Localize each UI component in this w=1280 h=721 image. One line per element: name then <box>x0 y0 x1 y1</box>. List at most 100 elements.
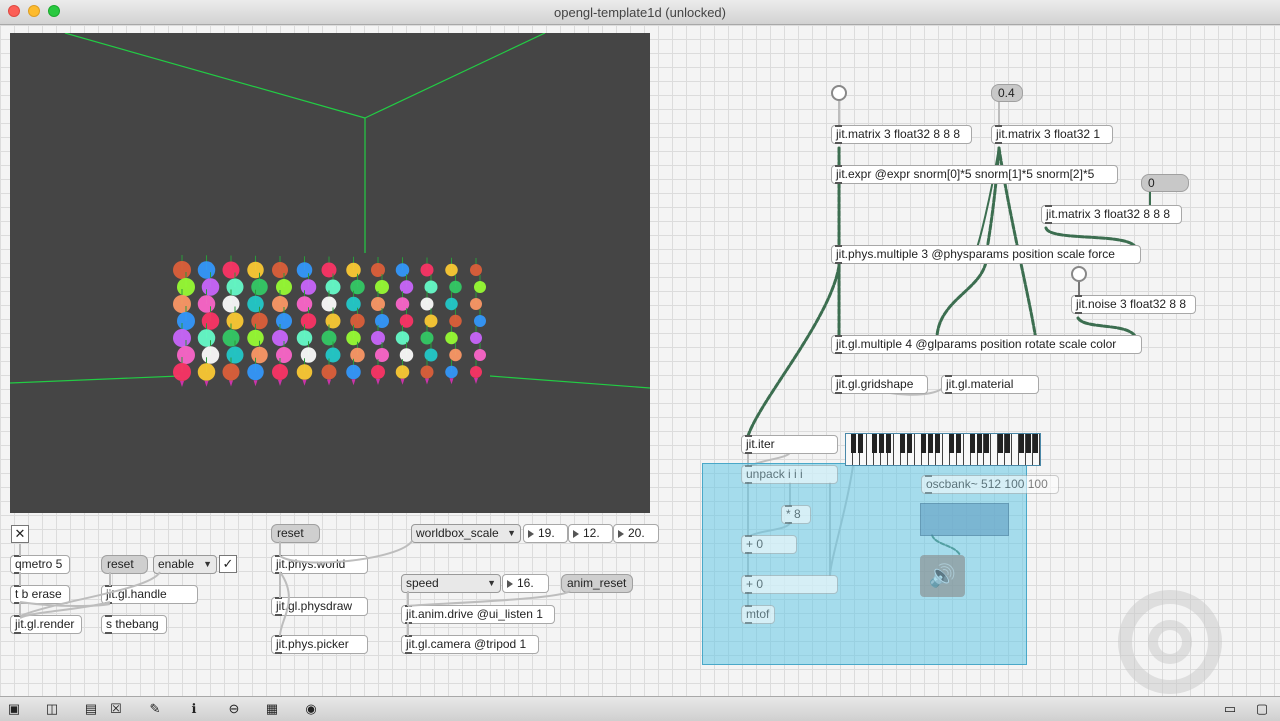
black-key[interactable] <box>983 434 989 453</box>
sphere-tip <box>449 378 454 385</box>
info-icon[interactable]: ℹ <box>186 701 202 717</box>
jit-iter-object[interactable]: jit.iter <box>741 435 838 454</box>
s-thebang-object[interactable]: s thebang <box>101 615 167 634</box>
black-key[interactable] <box>899 434 905 453</box>
patcher-toolbar: ▣ ◫ ▤ ☒ ✎ ℹ ⊖ ▦ ◉ ▭ ▢ <box>0 696 1280 721</box>
black-key[interactable] <box>1018 434 1024 453</box>
kslider-keyboard[interactable] <box>845 433 1041 466</box>
jit-gl-render-object[interactable]: jit.gl.render <box>10 615 82 634</box>
snapshot-icon[interactable]: ◉ <box>303 701 319 717</box>
black-key[interactable] <box>857 434 863 453</box>
clear-icon[interactable]: ☒ <box>108 701 124 717</box>
black-key[interactable] <box>934 434 940 453</box>
jit-gl-material-object[interactable]: jit.gl.material <box>941 375 1039 394</box>
plus-0-a-object[interactable]: + 0 <box>741 535 797 554</box>
float-0-4-number[interactable]: 0.4 <box>991 84 1023 102</box>
reset-render-message[interactable]: reset <box>101 555 148 574</box>
enable-menu-label: enable <box>158 557 195 571</box>
jit-gl-handle-object[interactable]: jit.gl.handle <box>101 585 198 604</box>
sphere <box>247 329 264 347</box>
sphere <box>247 363 264 381</box>
connect-icon[interactable]: ⊖ <box>226 701 242 717</box>
sphere <box>197 261 216 279</box>
noise-bang[interactable] <box>1071 266 1087 282</box>
menu-arrow-icon: ▼ <box>203 559 212 569</box>
black-key[interactable] <box>969 434 975 453</box>
speed-number[interactable]: 16. <box>502 574 549 593</box>
sphere <box>251 346 268 364</box>
black-key[interactable] <box>997 434 1003 453</box>
render-toggle[interactable]: ✕ <box>11 525 29 543</box>
sphere <box>226 278 244 296</box>
jit-gl-physdraw-object[interactable]: jit.gl.physdraw <box>271 597 368 616</box>
black-key[interactable] <box>955 434 961 453</box>
sphere-tip <box>278 380 282 386</box>
speed-menu[interactable]: speed ▼ <box>401 574 501 593</box>
black-key[interactable] <box>920 434 926 453</box>
sphere <box>272 364 288 380</box>
black-key[interactable] <box>927 434 933 453</box>
window-icon[interactable]: ▢ <box>1254 701 1270 717</box>
qmetro-object[interactable]: qmetro 5 <box>10 555 70 574</box>
black-key[interactable] <box>948 434 954 453</box>
jit-noise-object[interactable]: jit.noise 3 float32 8 8 <box>1071 295 1196 314</box>
jit-matrix-888-object[interactable]: jit.matrix 3 float32 8 8 8 <box>831 125 972 144</box>
t-b-erase-object[interactable]: t b erase <box>10 585 70 604</box>
presentation-icon[interactable]: ▤ <box>83 701 99 717</box>
black-key[interactable] <box>850 434 856 453</box>
jit-phys-multiple-object[interactable]: jit.phys.multiple 3 @physparams position… <box>831 245 1141 264</box>
sphere <box>346 296 361 312</box>
black-key[interactable] <box>976 434 982 453</box>
worldbox-scale-menu[interactable]: worldbox_scale ▼ <box>411 524 521 543</box>
edit-icon[interactable]: ✎ <box>147 701 163 717</box>
lock-icon[interactable]: ▣ <box>6 701 22 717</box>
mtof-object[interactable]: mtof <box>741 605 775 624</box>
speaker-icon[interactable]: 🔊 <box>920 555 965 597</box>
grid-icon[interactable]: ▦ <box>264 701 280 717</box>
black-key[interactable] <box>878 434 884 453</box>
black-key[interactable] <box>871 434 877 453</box>
sphere <box>424 314 438 328</box>
sphere <box>375 280 389 294</box>
enable-menu[interactable]: enable ▼ <box>153 555 217 574</box>
jit-expr-object[interactable]: jit.expr @expr snorm[0]*5 snorm[1]*5 sno… <box>831 165 1118 184</box>
copy-icon[interactable]: ◫ <box>44 701 60 717</box>
sphere <box>474 281 486 293</box>
jit-gl-camera-object[interactable]: jit.gl.camera @tripod 1 <box>401 635 539 654</box>
worldbox-x-number[interactable]: 19. <box>523 524 568 543</box>
worldbox-z-number[interactable]: 20. <box>613 524 659 543</box>
worldbox-y-number[interactable]: 12. <box>568 524 613 543</box>
black-key[interactable] <box>1004 434 1010 453</box>
jit-phys-world-object[interactable]: jit.phys.world <box>271 555 368 574</box>
unpack-object[interactable]: unpack i i i <box>741 465 838 484</box>
sphere <box>321 330 337 346</box>
jit-phys-picker-object[interactable]: jit.phys.picker <box>271 635 368 654</box>
sphere <box>300 313 317 329</box>
enable-toggle[interactable]: ✓ <box>219 555 237 573</box>
jit-matrix-1-object[interactable]: jit.matrix 3 float32 1 <box>991 125 1113 144</box>
sphere <box>272 262 288 278</box>
sphere <box>247 261 264 279</box>
reset-physics-message[interactable]: reset <box>271 524 320 543</box>
oscbank-object[interactable]: oscbank~ 512 100 100 <box>921 475 1059 494</box>
black-key[interactable] <box>906 434 912 453</box>
sphere <box>449 314 462 328</box>
jit-gl-multiple-object[interactable]: jit.gl.multiple 4 @glparams position rot… <box>831 335 1142 354</box>
jitter-render-window[interactable] <box>10 33 650 513</box>
gain-slider[interactable] <box>920 503 1009 536</box>
anim-reset-message[interactable]: anim_reset <box>561 574 633 593</box>
float-0-number[interactable]: 0 <box>1141 174 1189 192</box>
black-key[interactable] <box>885 434 891 453</box>
times-8-object[interactable]: * 8 <box>781 505 811 524</box>
matrix-bang[interactable] <box>831 85 847 101</box>
sphere <box>424 348 438 362</box>
black-key[interactable] <box>1032 434 1038 453</box>
jit-gl-gridshape-object[interactable]: jit.gl.gridshape <box>831 375 928 394</box>
jit-anim-drive-object[interactable]: jit.anim.drive @ui_listen 1 <box>401 605 555 624</box>
sphere <box>371 297 385 311</box>
split-icon[interactable]: ▭ <box>1222 701 1238 717</box>
sphere <box>470 332 482 344</box>
plus-0-b-object[interactable]: + 0 <box>741 575 838 594</box>
black-key[interactable] <box>1025 434 1031 453</box>
jit-matrix-888-b-object[interactable]: jit.matrix 3 float32 8 8 8 <box>1041 205 1182 224</box>
